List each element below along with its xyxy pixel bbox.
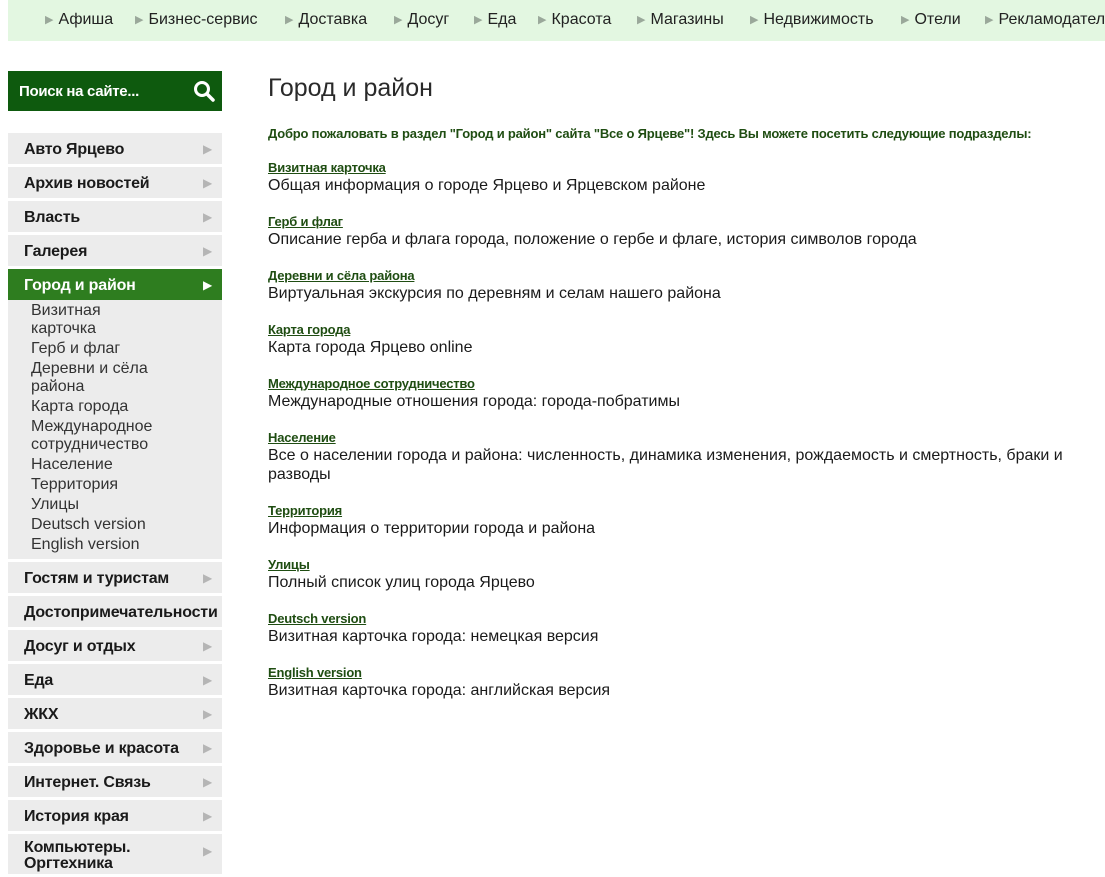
sidebar-item-kompyutery[interactable]: Компьютеры. Оргтехника ▶ xyxy=(8,834,222,874)
section-description: Виртуальная экскурсия по деревням и села… xyxy=(268,285,721,302)
submenu-item-mezhdunarodnoe[interactable]: Международное сотрудничество xyxy=(8,418,161,454)
section-description: Карта города Ярцево online xyxy=(268,339,473,356)
sidebar-item-eda[interactable]: Еда ▶ xyxy=(8,664,222,695)
submenu-item-ulitsy[interactable]: Улицы xyxy=(8,496,161,514)
nav-dosug[interactable]: ▶ Досуг xyxy=(394,11,449,29)
sidebar-menu: Авто Ярцево ▶ Архив новостей ▶ Власть ▶ Гал… xyxy=(8,133,222,877)
chevron-right-icon: ▶ xyxy=(202,707,212,721)
section-entry: English version Визитная карточка города… xyxy=(268,665,1088,700)
triangle-right-icon: ▶ xyxy=(474,14,483,26)
sidebar-item-vlast[interactable]: Власть ▶ xyxy=(8,201,222,232)
sidebar-item-internet[interactable]: Интернет. Связь ▶ xyxy=(8,766,222,797)
submenu-item-gerb-i-flag[interactable]: Герб и флаг xyxy=(8,340,161,358)
section-entry: Deutsch version Визитная карточка города… xyxy=(268,611,1088,646)
sidebar-item-avto-yartsevo[interactable]: Авто Ярцево ▶ xyxy=(8,133,222,164)
nav-biznes-servis[interactable]: ▶ Бизнес-сервис xyxy=(135,11,258,29)
submenu: Визитная карточка Герб и флаг Деревни и … xyxy=(8,300,222,559)
top-navigation: ▶ Афиша ▶ Бизнес-сервис ▶ Доставка ▶ Досуг ▶… xyxy=(8,0,1105,41)
section-description: Описание герба и флага города, положение… xyxy=(268,231,917,248)
sidebar-item-galereya[interactable]: Галерея ▶ xyxy=(8,235,222,266)
section-entry: Карта города Карта города Ярцево online xyxy=(268,322,1088,357)
triangle-right-icon: ▶ xyxy=(637,14,646,26)
triangle-right-icon: ▶ xyxy=(538,14,547,26)
nav-magaziny[interactable]: ▶ Магазины xyxy=(637,11,724,29)
search-button[interactable] xyxy=(190,77,218,105)
nav-afisha[interactable]: ▶ Афиша xyxy=(45,11,113,29)
chevron-right-icon: ▶ xyxy=(202,278,212,292)
submenu-item-karta-goroda[interactable]: Карта города xyxy=(8,398,161,416)
submenu-item-english[interactable]: English version xyxy=(8,536,161,554)
triangle-right-icon: ▶ xyxy=(45,14,54,26)
nav-dostavka[interactable]: ▶ Доставка xyxy=(285,11,367,29)
section-link[interactable]: Население xyxy=(268,430,1088,446)
site-search xyxy=(8,71,222,111)
intro-text: Добро пожаловать в раздел "Город и район… xyxy=(268,126,1032,141)
section-link[interactable]: Визитная карточка xyxy=(268,160,1088,176)
triangle-right-icon: ▶ xyxy=(135,14,144,26)
section-description: Визитная карточка города: немецкая верси… xyxy=(268,628,599,645)
submenu-item-derevni[interactable]: Деревни и сёла района xyxy=(8,360,161,396)
triangle-right-icon: ▶ xyxy=(285,14,294,26)
sidebar-item-gostyam[interactable]: Гостям и туристам ▶ xyxy=(8,562,222,593)
section-description: Полный список улиц города Ярцево xyxy=(268,574,535,591)
section-entry: Территория Информация о территории город… xyxy=(268,503,1088,538)
section-link[interactable]: Карта города xyxy=(268,322,1088,338)
triangle-right-icon: ▶ xyxy=(985,14,994,26)
chevron-right-icon: ▶ xyxy=(202,639,212,653)
sidebar-item-dostoprimechatelnosti[interactable]: Достопримечательности xyxy=(8,596,222,627)
triangle-right-icon: ▶ xyxy=(901,14,910,26)
chevron-right-icon: ▶ xyxy=(202,142,212,156)
chevron-right-icon: ▶ xyxy=(202,571,212,585)
page-title: Город и район xyxy=(268,74,433,102)
section-description: Информация о территории города и района xyxy=(268,520,596,537)
chevron-right-icon: ▶ xyxy=(202,809,212,823)
sidebar-item-zdorovie[interactable]: Здоровье и красота ▶ xyxy=(8,732,222,763)
nav-reklamodateli[interactable]: ▶ Рекламодатели xyxy=(985,11,1105,29)
submenu-item-territoriya[interactable]: Территория xyxy=(8,476,161,494)
submenu-item-deutsch[interactable]: Deutsch version xyxy=(8,516,161,534)
sidebar-item-istoriya-kraya[interactable]: История края ▶ xyxy=(8,800,222,831)
section-entry: Герб и флаг Описание герба и флага город… xyxy=(268,214,1088,249)
chevron-right-icon: ▶ xyxy=(202,244,212,258)
submenu-item-naselenie[interactable]: Население xyxy=(8,456,161,474)
chevron-right-icon: ▶ xyxy=(202,673,212,687)
section-link[interactable]: Международное сотрудничество xyxy=(268,376,1088,392)
section-link[interactable]: Территория xyxy=(268,503,1088,519)
main-content: Город и район Добро пожаловать в раздел … xyxy=(268,73,1088,700)
nav-eda[interactable]: ▶ Еда xyxy=(474,11,516,29)
section-link[interactable]: Deutsch version xyxy=(268,611,1088,627)
triangle-right-icon: ▶ xyxy=(394,14,403,26)
chevron-right-icon: ▶ xyxy=(202,844,212,858)
section-description: Все о населении города и района: численн… xyxy=(268,447,1063,483)
chevron-right-icon: ▶ xyxy=(202,210,212,224)
submenu-item-vizitnaya-kartochka[interactable]: Визитная карточка xyxy=(8,302,161,338)
nav-nedvizhimost[interactable]: ▶ Недвижимость xyxy=(750,11,874,29)
triangle-right-icon: ▶ xyxy=(750,14,759,26)
section-link[interactable]: Герб и флаг xyxy=(268,214,1088,230)
sidebar-item-gorod-i-rayon[interactable]: Город и район ▶ xyxy=(8,269,222,300)
chevron-right-icon: ▶ xyxy=(202,176,212,190)
section-entry: Международное сотрудничество Международн… xyxy=(268,376,1088,411)
sidebar-item-arhiv-novostey[interactable]: Архив новостей ▶ xyxy=(8,167,222,198)
section-link[interactable]: Улицы xyxy=(268,557,1088,573)
section-description: Общая информация о городе Ярцево и Ярцев… xyxy=(268,177,706,194)
section-description: Визитная карточка города: английская вер… xyxy=(268,682,611,699)
section-entry: Деревни и сёла района Виртуальная экскур… xyxy=(268,268,1088,303)
nav-krasota[interactable]: ▶ Красота xyxy=(538,11,611,29)
section-link[interactable]: Деревни и сёла района xyxy=(268,268,1088,284)
search-input[interactable] xyxy=(8,71,189,111)
section-description: Международные отношения города: города-п… xyxy=(268,393,680,410)
sidebar-item-zhkh[interactable]: ЖКХ ▶ xyxy=(8,698,222,729)
search-icon xyxy=(194,81,215,102)
section-entry: Население Все о населении города и район… xyxy=(268,430,1088,484)
nav-oteli[interactable]: ▶ Отели xyxy=(901,11,961,29)
section-entry: Улицы Полный список улиц города Ярцево xyxy=(268,557,1088,592)
chevron-right-icon: ▶ xyxy=(202,741,212,755)
section-entry: Визитная карточка Общая информация о гор… xyxy=(268,160,1088,195)
chevron-right-icon: ▶ xyxy=(202,775,212,789)
section-link[interactable]: English version xyxy=(268,665,1088,681)
sidebar-item-dosug-i-otdyh[interactable]: Досуг и отдых ▶ xyxy=(8,630,222,661)
